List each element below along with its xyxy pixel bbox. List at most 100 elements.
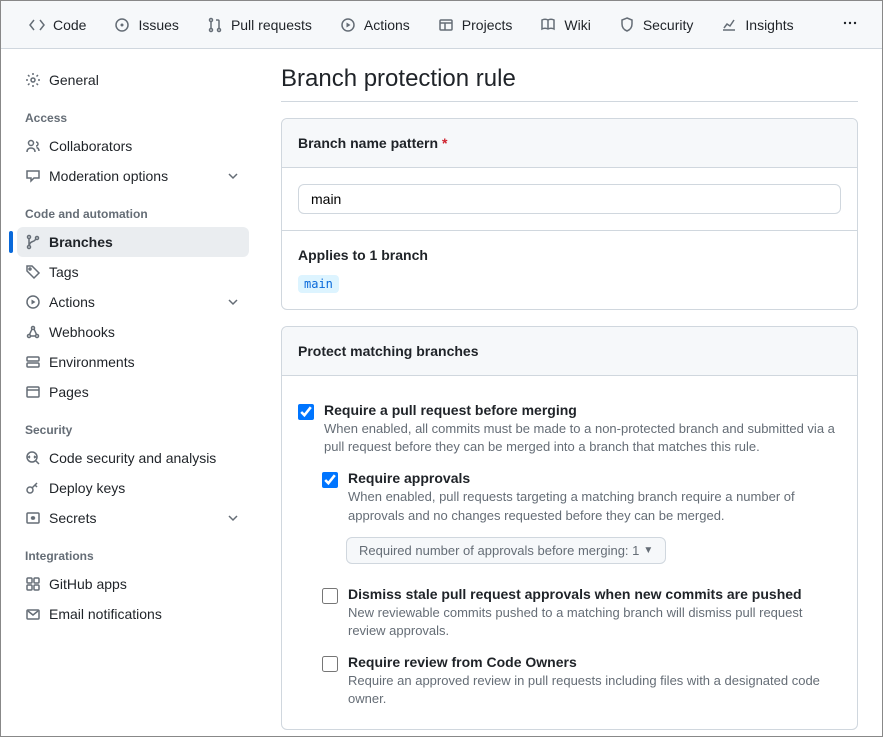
tab-wiki[interactable]: Wiki [528,9,602,41]
repo-tabs: Code Issues Pull requests Actions Projec… [1,1,882,49]
sidebar-item-github-apps[interactable]: GitHub apps [17,569,249,599]
shield-icon [619,17,635,33]
tab-security[interactable]: Security [607,9,706,41]
approvals-count-dropdown[interactable]: Required number of approvals before merg… [346,537,666,564]
sidebar-webhooks-label: Webhooks [49,324,115,340]
branch-chip: main [298,275,339,293]
page-title: Branch protection rule [281,65,858,102]
graph-icon [721,17,737,33]
tab-issues-label: Issues [138,17,178,33]
sidebar-item-tags[interactable]: Tags [17,257,249,287]
more-menu[interactable] [834,7,866,42]
code-icon [29,17,45,33]
sidebar-item-branches[interactable]: Branches [17,227,249,257]
mail-icon [25,606,41,622]
branch-icon [25,234,41,250]
sidebar-item-webhooks[interactable]: Webhooks [17,317,249,347]
sidebar-secrets-label: Secrets [49,510,96,526]
settings-sidebar: General Access Collaborators Moderation … [1,49,257,736]
sidebar-item-code-security[interactable]: Code security and analysis [17,443,249,473]
sidebar-environments-label: Environments [49,354,135,370]
require-pr-label: Require a pull request before merging [324,402,841,418]
branch-pattern-input[interactable] [298,184,841,214]
chevron-down-icon [225,168,241,184]
sidebar-code-security-label: Code security and analysis [49,450,216,466]
tab-security-label: Security [643,17,694,33]
sidebar-item-general[interactable]: General [17,65,249,95]
code-owners-checkbox[interactable] [322,656,338,672]
asterisk-icon [25,510,41,526]
chevron-down-icon [225,294,241,310]
issue-icon [114,17,130,33]
sidebar-item-moderation[interactable]: Moderation options [17,161,249,191]
tab-projects-label: Projects [462,17,513,33]
server-icon [25,354,41,370]
sidebar-item-email[interactable]: Email notifications [17,599,249,629]
browser-icon [25,384,41,400]
sidebar-section-security: Security [17,407,249,443]
people-icon [25,138,41,154]
applies-to-label: Applies to 1 branch [298,247,841,263]
sidebar-item-actions[interactable]: Actions [17,287,249,317]
tab-insights-label: Insights [745,17,793,33]
tag-icon [25,264,41,280]
table-icon [438,17,454,33]
approvals-count-label: Required number of approvals before merg… [359,543,639,558]
play-icon [340,17,356,33]
sidebar-actions-label: Actions [49,294,95,310]
branch-pattern-box: Branch name pattern * Applies to 1 branc… [281,118,858,310]
sidebar-tags-label: Tags [49,264,79,280]
sidebar-item-collaborators[interactable]: Collaborators [17,131,249,161]
tab-code[interactable]: Code [17,9,98,41]
apps-icon [25,576,41,592]
tab-issues[interactable]: Issues [102,9,190,41]
sidebar-github-apps-label: GitHub apps [49,576,127,592]
sidebar-moderation-label: Moderation options [49,168,168,184]
sidebar-pages-label: Pages [49,384,89,400]
kebab-icon [842,15,858,31]
sidebar-section-code-auto: Code and automation [17,191,249,227]
require-approvals-desc: When enabled, pull requests targeting a … [348,488,841,524]
branch-pattern-header: Branch name pattern * [282,119,857,168]
require-approvals-checkbox[interactable] [322,472,338,488]
require-pr-desc: When enabled, all commits must be made t… [324,420,841,456]
main-content: Branch protection rule Branch name patte… [257,49,882,736]
sidebar-section-integrations: Integrations [17,533,249,569]
sidebar-branches-label: Branches [49,234,113,250]
sidebar-general-label: General [49,72,99,88]
sidebar-item-secrets[interactable]: Secrets [17,503,249,533]
require-approvals-label: Require approvals [348,470,841,486]
tab-wiki-label: Wiki [564,17,590,33]
sidebar-deploy-keys-label: Deploy keys [49,480,125,496]
sidebar-section-access: Access [17,95,249,131]
sidebar-item-environments[interactable]: Environments [17,347,249,377]
tab-insights[interactable]: Insights [709,9,805,41]
tab-actions[interactable]: Actions [328,9,422,41]
comment-icon [25,168,41,184]
tab-pulls-label: Pull requests [231,17,312,33]
webhook-icon [25,324,41,340]
required-asterisk: * [442,135,447,151]
codescan-icon [25,450,41,466]
protect-branches-box: Protect matching branches Require a pull… [281,326,858,730]
sidebar-email-label: Email notifications [49,606,162,622]
dismiss-stale-checkbox[interactable] [322,588,338,604]
caret-down-icon: ▼ [643,545,653,556]
sidebar-item-pages[interactable]: Pages [17,377,249,407]
chevron-down-icon [225,510,241,526]
gear-icon [25,72,41,88]
require-pr-checkbox[interactable] [298,404,314,420]
key-icon [25,480,41,496]
dismiss-stale-desc: New reviewable commits pushed to a match… [348,604,841,640]
tab-pulls[interactable]: Pull requests [195,9,324,41]
protect-branches-header: Protect matching branches [282,327,857,376]
code-owners-label: Require review from Code Owners [348,654,841,670]
sidebar-collaborators-label: Collaborators [49,138,132,154]
sidebar-item-deploy-keys[interactable]: Deploy keys [17,473,249,503]
pull-request-icon [207,17,223,33]
play-icon [25,294,41,310]
book-icon [540,17,556,33]
tab-projects[interactable]: Projects [426,9,525,41]
code-owners-desc: Require an approved review in pull reque… [348,672,841,708]
dismiss-stale-label: Dismiss stale pull request approvals whe… [348,586,841,602]
